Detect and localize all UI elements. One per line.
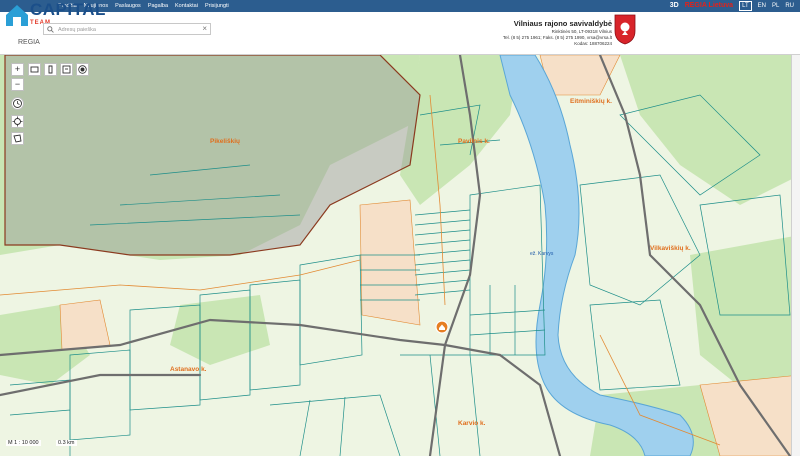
print-icon [62,65,71,74]
house-logo-icon [6,5,28,26]
regia-label: REGIA [18,39,40,46]
map-application: Pradžia Naujienos Paslaugos Pagalba Kont… [0,0,800,456]
crosshair-icon [12,116,23,127]
location-marker[interactable] [435,320,449,334]
language-en-button[interactable]: EN [758,1,766,11]
place-karvio: Karvio k. [458,420,486,427]
target-button[interactable] [11,115,24,128]
polygon-icon [13,134,22,143]
top-right-tools: 3D REGIA Lietuva LT EN PL RU [670,1,794,11]
place-astanavo: Astanavo k. [170,366,207,373]
scale-ratio: M 1 : 10 000 [6,440,41,446]
place-vilkaviskiu: Vilkaviškių k. [650,245,691,252]
place-pavilnis: Pavilnis k. [458,138,490,145]
nav-contacts-link[interactable]: Kontaktai [175,1,198,11]
address-search-input[interactable] [58,25,198,34]
search-icon[interactable] [47,26,54,33]
history-button[interactable] [11,97,24,110]
clock-icon [13,99,22,108]
regia-lietuva-link[interactable]: REGIA Lietuva [685,1,733,11]
brand-name: CAPITAL [30,0,106,19]
scale-bar: 0.3 km [56,440,77,446]
municipality-name: Vilniaus rajono savivaldybė [513,19,612,28]
layers-icon [30,66,39,73]
measure-icon [48,65,53,74]
zoom-in-button[interactable]: + [11,63,24,76]
draw-polygon-button[interactable] [11,132,24,145]
nav-login-link[interactable]: Prisijungti [205,1,229,11]
print-button[interactable] [60,63,73,76]
clear-search-icon[interactable]: × [202,24,207,34]
municipality-info: Vilniaus rajono savivaldybė Rinktinės 50… [462,19,612,46]
layers-button[interactable] [28,63,41,76]
language-pl-button[interactable]: PL [772,1,779,11]
municipality-code: Kodas: 188706224 [574,41,612,46]
address-search-box: × [43,23,211,35]
right-side-strip [791,55,800,456]
place-eitminiskiu: Eitminiškių k. [570,98,612,105]
municipality-contacts: Tel. (8 5) 275 1961; Faks. (8 5) 275 199… [502,35,612,40]
locate-icon [78,65,87,74]
language-ru-button[interactable]: RU [785,1,794,11]
municipality-crest-icon [614,14,636,45]
language-lt-button[interactable]: LT [739,1,752,11]
zoom-out-button[interactable]: − [11,78,24,91]
region-label: Pikeliškių [210,138,240,145]
locate-button[interactable] [76,63,89,76]
lake-label: ež. Karvys [530,251,554,257]
nav-help-link[interactable]: Pagalba [148,1,168,11]
municipality-address: Rinktinės 50, LT-09318 Vilnius [551,29,612,34]
measure-button[interactable] [44,63,57,76]
page-header: CAPITAL TEAM × REGIA Vilniaus rajono sav… [0,0,800,55]
map-canvas[interactable]: Pikeliškių Pavilnis k. Eitminiškių k. Vi… [0,55,800,456]
view-3d-button[interactable]: 3D [670,1,679,11]
